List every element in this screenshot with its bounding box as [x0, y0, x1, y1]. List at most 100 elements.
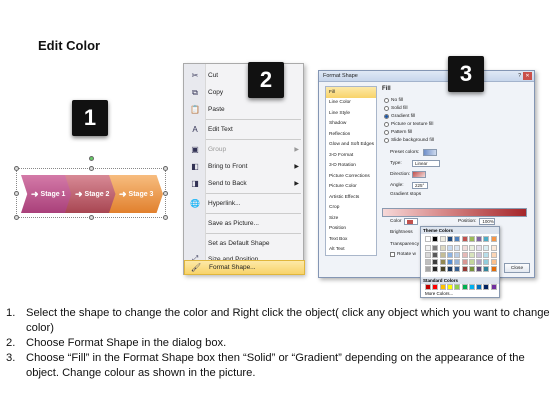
- resize-handle[interactable]: [89, 215, 94, 220]
- menu-item-cut[interactable]: ✂ Cut: [184, 67, 305, 84]
- more-colors-link[interactable]: More Colors...: [425, 291, 453, 296]
- color-swatch[interactable]: [483, 284, 490, 290]
- stage-3-shape[interactable]: ➜ Stage 3: [109, 175, 163, 213]
- color-swatch[interactable]: [461, 236, 468, 242]
- color-swatch[interactable]: [454, 266, 461, 272]
- nav-item-picture-corrections[interactable]: Picture Corrections: [326, 171, 376, 182]
- color-swatch[interactable]: [446, 259, 453, 265]
- color-swatch[interactable]: [446, 252, 453, 258]
- color-swatch[interactable]: [476, 245, 483, 251]
- color-swatch[interactable]: [454, 259, 461, 265]
- rotate-checkbox[interactable]: [390, 252, 395, 257]
- color-swatch[interactable]: [425, 266, 431, 272]
- color-swatch[interactable]: [483, 245, 490, 251]
- color-swatch[interactable]: [476, 252, 483, 258]
- color-swatch[interactable]: [468, 266, 475, 272]
- help-icon[interactable]: ?: [518, 73, 521, 79]
- gradient-fill-option[interactable]: Gradient fill: [384, 114, 415, 119]
- color-swatch[interactable]: [490, 259, 497, 265]
- nav-item-reflection[interactable]: Reflection: [326, 129, 376, 140]
- direction-dropdown[interactable]: [412, 171, 426, 178]
- slide-bg-fill-option[interactable]: Slide background fill: [384, 138, 434, 143]
- close-icon[interactable]: ✕: [523, 72, 532, 80]
- color-swatch[interactable]: [439, 259, 446, 265]
- position-input[interactable]: 100%: [479, 218, 496, 225]
- solid-fill-option[interactable]: Solid fill: [384, 106, 408, 111]
- color-swatch[interactable]: [439, 252, 446, 258]
- color-swatch[interactable]: [490, 245, 497, 251]
- menu-item-group[interactable]: ▣ Group ▶: [184, 141, 305, 158]
- color-swatch[interactable]: [454, 252, 461, 258]
- color-swatch[interactable]: [439, 245, 446, 251]
- menu-item-edit-text[interactable]: A Edit Text: [184, 121, 305, 138]
- menu-item-set-default-shape[interactable]: Set as Default Shape: [184, 235, 305, 252]
- menu-item-copy[interactable]: ⧉ Copy: [184, 84, 305, 101]
- stage-2-shape[interactable]: ➜ Stage 2: [65, 175, 117, 213]
- color-swatch[interactable]: [439, 266, 446, 272]
- color-swatch[interactable]: [432, 245, 439, 251]
- menu-item-format-shape[interactable]: 🖌 Format Shape...: [184, 260, 305, 275]
- color-swatch[interactable]: [468, 284, 475, 290]
- color-swatch[interactable]: [454, 236, 461, 242]
- color-swatch[interactable]: [476, 236, 483, 242]
- stage-shape-group[interactable]: ➜ Stage 1 ➜ Stage 2 ➜ Stage 3: [14, 156, 168, 220]
- rotate-handle[interactable]: [89, 156, 94, 161]
- menu-item-save-as-picture[interactable]: Save as Picture...: [184, 215, 305, 232]
- color-swatch[interactable]: [461, 259, 468, 265]
- color-swatch[interactable]: [461, 284, 468, 290]
- nav-item-size[interactable]: Size: [326, 213, 376, 224]
- color-swatch[interactable]: [490, 252, 497, 258]
- color-swatch[interactable]: [425, 236, 431, 242]
- color-swatch[interactable]: [439, 236, 446, 242]
- color-swatch[interactable]: [454, 284, 461, 290]
- nav-item-fill[interactable]: Fill: [326, 87, 376, 98]
- preset-colors-dropdown[interactable]: [423, 149, 438, 156]
- angle-input[interactable]: 225°: [412, 182, 428, 189]
- color-swatch[interactable]: [446, 266, 453, 272]
- nav-item-position[interactable]: Position: [326, 224, 376, 235]
- gradient-stops-bar[interactable]: [382, 208, 527, 217]
- color-swatch[interactable]: [446, 284, 453, 290]
- radio-button[interactable]: [384, 130, 389, 135]
- color-swatch[interactable]: [476, 266, 483, 272]
- pattern-fill-option[interactable]: Pattern fill: [384, 130, 412, 135]
- color-swatch[interactable]: [432, 236, 439, 242]
- type-select[interactable]: Linear: [412, 160, 440, 167]
- radio-button[interactable]: [384, 114, 389, 119]
- radio-button[interactable]: [384, 106, 389, 111]
- color-swatch[interactable]: [432, 284, 439, 290]
- color-swatch[interactable]: [425, 284, 431, 290]
- color-swatch[interactable]: [454, 245, 461, 251]
- menu-item-paste[interactable]: 📋 Paste: [184, 101, 305, 118]
- color-swatch[interactable]: [490, 284, 497, 290]
- resize-handle[interactable]: [163, 166, 168, 171]
- no-fill-option[interactable]: No fill: [384, 98, 403, 103]
- resize-handle[interactable]: [163, 191, 168, 196]
- color-swatch[interactable]: [461, 245, 468, 251]
- radio-button[interactable]: [384, 122, 389, 127]
- color-swatch[interactable]: [425, 245, 431, 251]
- nav-item-3d-format[interactable]: 3-D Format: [326, 150, 376, 161]
- nav-item-line-style[interactable]: Line Style: [326, 108, 376, 119]
- color-swatch[interactable]: [432, 266, 439, 272]
- resize-handle[interactable]: [14, 191, 19, 196]
- picture-fill-option[interactable]: Picture or texture fill: [384, 122, 433, 127]
- nav-item-alt-text[interactable]: Alt Text: [326, 245, 376, 256]
- color-swatch[interactable]: [476, 284, 483, 290]
- color-swatch[interactable]: [483, 236, 490, 242]
- color-swatch[interactable]: [432, 252, 439, 258]
- color-swatch[interactable]: [461, 252, 468, 258]
- color-swatch[interactable]: [468, 259, 475, 265]
- nav-item-3d-rotation[interactable]: 3-D Rotation: [326, 161, 376, 172]
- resize-handle[interactable]: [14, 166, 19, 171]
- color-swatch[interactable]: [425, 252, 431, 258]
- color-swatch[interactable]: [432, 259, 439, 265]
- color-swatch[interactable]: [425, 259, 431, 265]
- resize-handle[interactable]: [89, 166, 94, 171]
- color-swatch[interactable]: [490, 236, 497, 242]
- resize-handle[interactable]: [163, 215, 168, 220]
- color-swatch[interactable]: [468, 252, 475, 258]
- nav-item-line-color[interactable]: Line Color: [326, 98, 376, 109]
- color-swatch[interactable]: [483, 259, 490, 265]
- color-swatch[interactable]: [468, 245, 475, 251]
